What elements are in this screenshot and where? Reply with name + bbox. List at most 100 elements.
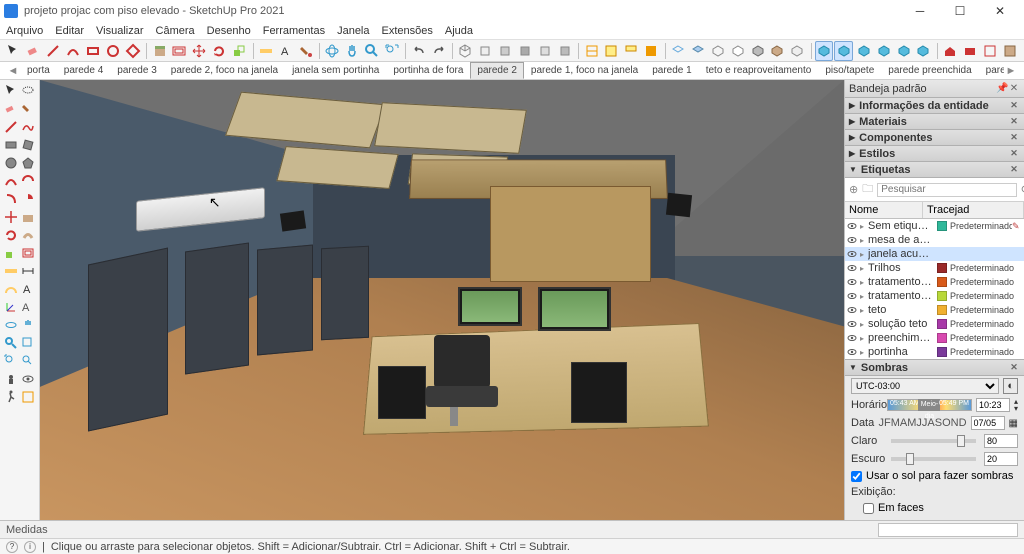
extension-icon[interactable] bbox=[961, 41, 980, 61]
time-slider[interactable]: 05:43 AM Meio-dia 05:49 PM bbox=[887, 399, 972, 411]
front-icon[interactable] bbox=[496, 41, 515, 61]
arc2-icon[interactable] bbox=[20, 172, 38, 190]
zoom-ext-tool-icon[interactable] bbox=[2, 352, 20, 370]
3dtext-icon[interactable]: A bbox=[20, 298, 38, 316]
paint-icon[interactable] bbox=[296, 41, 315, 61]
tag-color-swatch[interactable] bbox=[937, 347, 947, 357]
scene-tab[interactable]: piso/tapete bbox=[818, 62, 881, 79]
solid-trim-icon[interactable] bbox=[894, 41, 913, 61]
zoom-window-icon[interactable] bbox=[20, 334, 38, 352]
scene-tab[interactable]: parede 4 bbox=[57, 62, 110, 79]
scene-tab[interactable]: parede 3 bbox=[110, 62, 163, 79]
line-icon[interactable] bbox=[44, 41, 63, 61]
visibility-icon[interactable] bbox=[847, 221, 857, 231]
col-name[interactable]: Nome bbox=[845, 202, 923, 218]
tag-row[interactable]: ▸janela acustica bbox=[845, 247, 1024, 261]
time-value[interactable] bbox=[976, 398, 1010, 412]
tray-close-icon[interactable]: ✕ bbox=[1008, 83, 1020, 94]
text-tool-icon[interactable]: A bbox=[20, 280, 38, 298]
light-value[interactable] bbox=[984, 434, 1018, 448]
date-value[interactable] bbox=[971, 416, 1005, 430]
backedges-icon[interactable] bbox=[688, 41, 707, 61]
mono-icon[interactable] bbox=[788, 41, 807, 61]
dimension-icon[interactable] bbox=[20, 262, 38, 280]
rect-tool-icon[interactable] bbox=[2, 136, 20, 154]
axes-icon[interactable] bbox=[2, 298, 20, 316]
top-icon[interactable] bbox=[476, 41, 495, 61]
tag-row[interactable]: ▸tratamento par...Predeterminado bbox=[845, 289, 1024, 303]
look-around-icon[interactable] bbox=[20, 370, 38, 388]
panel-materials[interactable]: ▶Materiais✕ bbox=[845, 114, 1024, 130]
undo-icon[interactable] bbox=[409, 41, 428, 61]
minimize-button[interactable]: ─ bbox=[900, 0, 940, 22]
panel-styles[interactable]: ▶Estilos✕ bbox=[845, 146, 1024, 162]
select-icon[interactable] bbox=[4, 41, 23, 61]
tag-color-swatch[interactable] bbox=[937, 221, 947, 231]
menu-tools[interactable]: Ferramentas bbox=[263, 25, 325, 37]
hidden-line-icon[interactable] bbox=[728, 41, 747, 61]
solid-outer-icon[interactable] bbox=[815, 41, 834, 61]
menu-extensions[interactable]: Extensões bbox=[382, 25, 433, 37]
move-tool-icon[interactable] bbox=[2, 208, 20, 226]
date-picker-icon[interactable]: ▦ bbox=[1009, 418, 1018, 429]
shadow-toggle-icon[interactable]: ◐ bbox=[1003, 378, 1018, 394]
solid-subtract-icon[interactable] bbox=[874, 41, 893, 61]
scene-tab[interactable]: teto e reaproveitamento bbox=[699, 62, 819, 79]
arc-icon[interactable] bbox=[64, 41, 83, 61]
pushpull-tool-icon[interactable] bbox=[20, 208, 38, 226]
tag-row[interactable]: ▸TrilhosPredeterminado bbox=[845, 261, 1024, 275]
paint-tool-icon[interactable] bbox=[20, 100, 38, 118]
shaded-tex-icon[interactable] bbox=[768, 41, 787, 61]
scene-tab[interactable]: parede 1, foco na janela bbox=[524, 62, 645, 79]
tag-row[interactable]: ▸preenchimentoPredeterminado bbox=[845, 331, 1024, 345]
visibility-icon[interactable] bbox=[847, 235, 857, 245]
maximize-button[interactable]: ☐ bbox=[940, 0, 980, 22]
layout-icon[interactable] bbox=[981, 41, 1000, 61]
protractor-icon[interactable] bbox=[2, 280, 20, 298]
position-camera-icon[interactable] bbox=[2, 370, 20, 388]
offset-icon[interactable] bbox=[170, 41, 189, 61]
light-slider[interactable] bbox=[891, 439, 976, 443]
visibility-icon[interactable] bbox=[847, 347, 857, 357]
arc3-icon[interactable] bbox=[2, 190, 20, 208]
info-icon[interactable]: i bbox=[24, 541, 36, 553]
iso-icon[interactable] bbox=[456, 41, 475, 61]
dark-value[interactable] bbox=[984, 452, 1018, 466]
time-stepper-icon[interactable]: ▴▾ bbox=[1014, 398, 1018, 412]
prev-view-icon[interactable] bbox=[20, 352, 38, 370]
pushpull-icon[interactable] bbox=[150, 41, 169, 61]
right-icon[interactable] bbox=[516, 41, 535, 61]
solid-union-icon[interactable] bbox=[854, 41, 873, 61]
polygon-tool-icon[interactable] bbox=[20, 154, 38, 172]
tag-row[interactable]: ▸mesa de audio bbox=[845, 233, 1024, 247]
add-tag-icon[interactable]: ⊕ bbox=[849, 183, 858, 196]
menu-help[interactable]: Ajuda bbox=[445, 25, 473, 37]
timezone-select[interactable]: UTC-03:00 bbox=[851, 378, 999, 394]
panel-tags[interactable]: ▼Etiquetas✕ bbox=[845, 162, 1024, 178]
lasso-icon[interactable] bbox=[20, 82, 38, 100]
solid-intersect-icon[interactable] bbox=[834, 41, 853, 61]
visibility-icon[interactable] bbox=[847, 319, 857, 329]
circle-icon[interactable] bbox=[103, 41, 122, 61]
visibility-icon[interactable] bbox=[847, 249, 857, 259]
3d-viewport[interactable]: ↖ bbox=[40, 80, 844, 520]
visibility-icon[interactable] bbox=[847, 291, 857, 301]
pie-icon[interactable] bbox=[20, 190, 38, 208]
visibility-icon[interactable] bbox=[847, 305, 857, 315]
back-icon[interactable] bbox=[535, 41, 554, 61]
panel-entity[interactable]: ▶Informações da entidade✕ bbox=[845, 98, 1024, 114]
pan-icon[interactable] bbox=[343, 41, 362, 61]
eraser-tool-icon[interactable] bbox=[2, 100, 20, 118]
move-icon[interactable] bbox=[190, 41, 209, 61]
tag-row[interactable]: ▸tratamento tetoPredeterminado bbox=[845, 275, 1024, 289]
scene-tab[interactable]: parede 1 bbox=[645, 62, 698, 79]
close-button[interactable]: ✕ bbox=[980, 0, 1020, 22]
arc-tool-icon[interactable] bbox=[2, 172, 20, 190]
eraser-icon[interactable] bbox=[24, 41, 43, 61]
visibility-icon[interactable] bbox=[847, 333, 857, 343]
dark-slider[interactable] bbox=[891, 457, 976, 461]
tape-tool-icon[interactable] bbox=[2, 262, 20, 280]
menu-edit[interactable]: Editar bbox=[55, 25, 84, 37]
scene-tab[interactable]: janela sem portinha bbox=[285, 62, 386, 79]
menu-draw[interactable]: Desenho bbox=[207, 25, 251, 37]
